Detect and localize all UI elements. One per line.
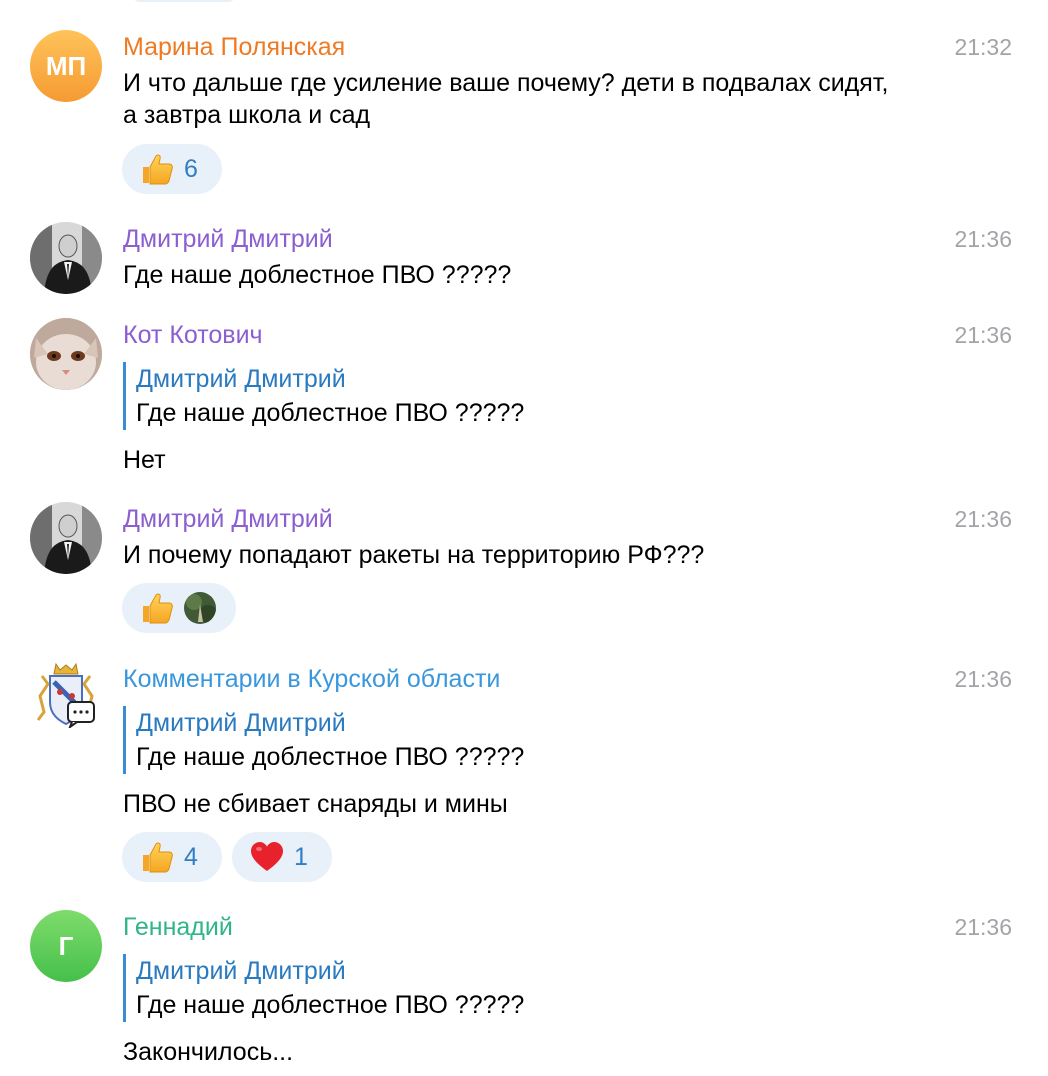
message-author[interactable]: Геннадий [123, 912, 233, 942]
reaction-heart[interactable]: 1 [232, 832, 332, 882]
thumbs-up-icon [140, 591, 174, 625]
reply-text: Где наше доблестное ПВО ????? [136, 399, 525, 427]
channel-avatar[interactable] [34, 662, 98, 728]
message-time: 21:36 [954, 506, 1012, 532]
message-text: И что дальше где усиление ваше почему? д… [123, 69, 889, 129]
message-author[interactable]: Комментарии в Курской области [123, 664, 500, 694]
avatar[interactable]: МП [30, 30, 102, 102]
message-text: ПВО не сбивает снаряды и мины [123, 790, 508, 818]
message-text: Закончилось... [123, 1038, 294, 1066]
message-text: И почему попадают ракеты на территорию Р… [123, 541, 705, 569]
message-time: 21:36 [954, 666, 1012, 692]
avatar[interactable]: Г [30, 910, 102, 982]
reaction-like[interactable]: 4 [122, 832, 222, 882]
reply-text: Где наше доблестное ПВО ????? [136, 743, 525, 771]
reply-author: Дмитрий Дмитрий [136, 709, 346, 737]
previous-reaction-pill [132, 0, 236, 2]
reply-quote[interactable]: Дмитрий Дмитрий Где наше доблестное ПВО … [123, 954, 524, 1022]
reactor-avatar [184, 592, 216, 624]
reaction-count: 6 [184, 154, 198, 183]
reply-text: Где наше доблестное ПВО ????? [136, 991, 525, 1019]
reaction-like[interactable]: 6 [122, 144, 222, 194]
avatar[interactable] [30, 502, 102, 574]
cat-photo-icon [30, 318, 102, 390]
message-time: 21:36 [954, 914, 1012, 940]
message-text: Где наше доблестное ПВО ????? [123, 261, 512, 289]
message-time: 21:36 [954, 322, 1012, 348]
avatar[interactable] [30, 318, 102, 390]
reply-author: Дмитрий Дмитрий [136, 365, 346, 393]
reaction-count: 4 [184, 842, 198, 871]
person-photo-icon [30, 222, 102, 294]
message-author[interactable]: Дмитрий Дмитрий [123, 224, 333, 254]
reply-quote[interactable]: Дмитрий Дмитрий Где наше доблестное ПВО … [123, 706, 524, 774]
message-author[interactable]: Кот Котович [123, 320, 263, 350]
thumbs-up-icon [140, 840, 174, 874]
reaction-like[interactable] [122, 583, 236, 633]
message-time: 21:36 [954, 226, 1012, 252]
reaction-count: 1 [294, 842, 308, 871]
message-author[interactable]: Дмитрий Дмитрий [123, 504, 333, 534]
reply-quote[interactable]: Дмитрий Дмитрий Где наше доблестное ПВО … [123, 362, 524, 430]
reply-author: Дмитрий Дмитрий [136, 957, 346, 985]
person-photo-icon [30, 502, 102, 574]
heart-icon [251, 842, 283, 871]
thumbs-up-icon [140, 152, 174, 186]
coat-of-arms-icon [36, 662, 96, 728]
avatar[interactable] [30, 222, 102, 294]
message-time: 21:32 [954, 34, 1012, 60]
message-text: Нет [123, 446, 166, 474]
message-author[interactable]: Марина Полянская [123, 32, 345, 62]
